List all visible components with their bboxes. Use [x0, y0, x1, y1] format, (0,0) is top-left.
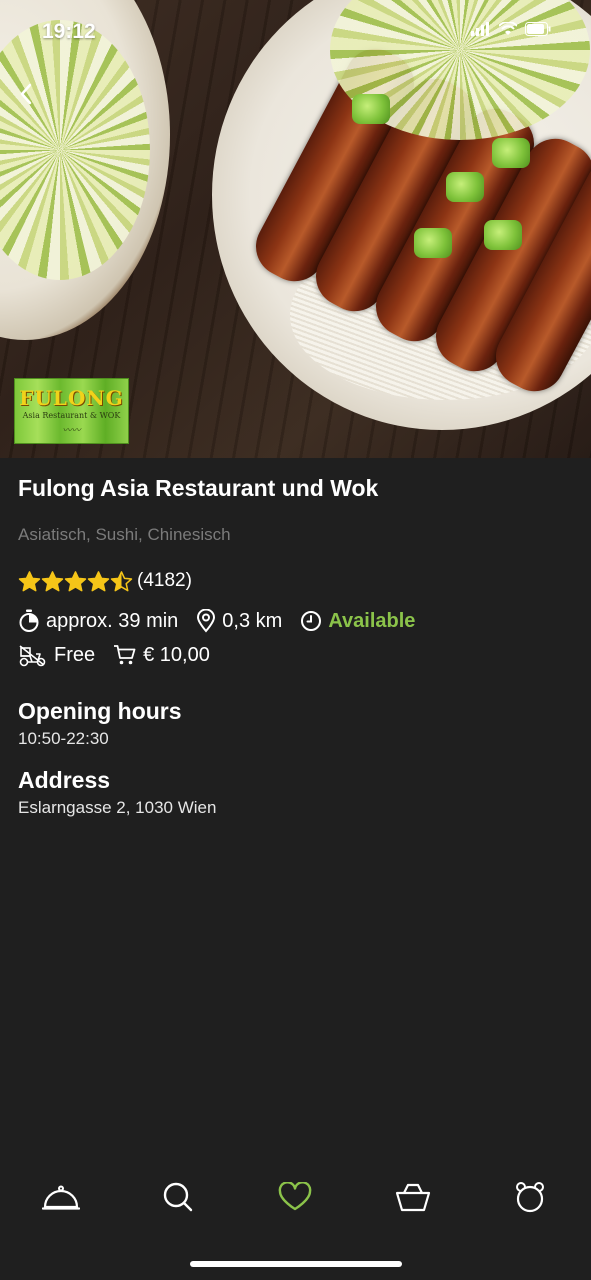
status-bar: 19:12: [0, 0, 591, 64]
star-icon: [110, 570, 133, 591]
basket-icon: [395, 1183, 430, 1212]
star-rating: [18, 570, 133, 593]
availability: Available: [300, 610, 415, 633]
distance-text: 0,3 km: [222, 609, 283, 632]
address-section: Address Eslarngasse 2, 1030 Wien: [18, 765, 216, 819]
nav-basket[interactable]: [383, 1167, 443, 1227]
scallion: [492, 138, 530, 168]
minimum-order-text: € 10,00: [143, 643, 210, 666]
distance: 0,3 km: [196, 609, 282, 633]
status-time: 19:12: [42, 20, 96, 43]
star-icon: [41, 570, 64, 591]
chevron-left-icon: [20, 83, 32, 105]
scooter-icon: [19, 645, 46, 667]
logo-signature: 〰〰: [62, 426, 81, 436]
status-icons: [471, 22, 551, 36]
delivery-meta-row: approx. 39 min 0,3 km Available: [18, 607, 433, 635]
battery-icon: [525, 22, 551, 36]
location-pin-icon: [197, 609, 216, 633]
clock-icon: [301, 611, 322, 631]
nav-restaurants[interactable]: [31, 1167, 91, 1227]
delivery-time: approx. 39 min: [18, 609, 178, 633]
address-value[interactable]: Eslarngasse 2, 1030 Wien: [18, 797, 216, 819]
star-icon: [18, 570, 41, 591]
opening-hours-title: Opening hours: [18, 698, 182, 724]
nav-favorites[interactable]: [265, 1167, 325, 1227]
delivery-fee-text: Free: [54, 643, 96, 666]
back-button[interactable]: [10, 78, 42, 110]
nav-search[interactable]: [148, 1167, 208, 1227]
delivery-time-text: approx. 39 min: [46, 609, 179, 632]
hero-image: FULONG Asia Restaurant & WOK 〰〰: [0, 0, 591, 458]
search-icon: [163, 1182, 193, 1212]
cuisine-list: Asiatisch, Sushi, Chinesisch: [18, 525, 231, 544]
cloche-icon: [41, 1185, 80, 1210]
delivery-fee: Free: [18, 643, 95, 667]
home-indicator[interactable]: [190, 1261, 402, 1267]
star-icon: [87, 570, 110, 591]
star-icon: [64, 570, 87, 591]
restaurant-logo: FULONG Asia Restaurant & WOK 〰〰: [14, 378, 129, 444]
restaurant-name: Fulong Asia Restaurant und Wok: [18, 475, 379, 501]
signal-icon: [471, 22, 489, 36]
availability-text: Available: [328, 609, 416, 632]
rating-row[interactable]: (4182): [18, 567, 192, 595]
logo-title: FULONG: [19, 386, 124, 410]
wifi-icon: [499, 22, 517, 35]
opening-hours-section: Opening hours 10:50-22:30: [18, 696, 182, 750]
scallion: [414, 228, 452, 258]
profile-bear-icon: [516, 1182, 545, 1213]
opening-hours-value: 10:50-22:30: [18, 729, 109, 748]
nav-profile[interactable]: [500, 1167, 560, 1227]
bottom-navigation: [0, 1166, 591, 1228]
scallion: [446, 172, 484, 202]
address-title: Address: [18, 767, 111, 793]
restaurant-info: Fulong Asia Restaurant und Wok Asiatisch…: [18, 472, 578, 546]
minimum-order: € 10,00: [113, 644, 210, 667]
order-meta-row: Free € 10,00: [18, 641, 228, 669]
cart-icon: [114, 645, 136, 665]
logo-subtitle: Asia Restaurant & WOK: [22, 411, 121, 420]
rating-count: (4182): [137, 570, 192, 591]
scallion: [352, 94, 390, 124]
stopwatch-icon: [19, 609, 39, 632]
scallion: [484, 220, 522, 250]
heart-icon: [279, 1182, 312, 1211]
